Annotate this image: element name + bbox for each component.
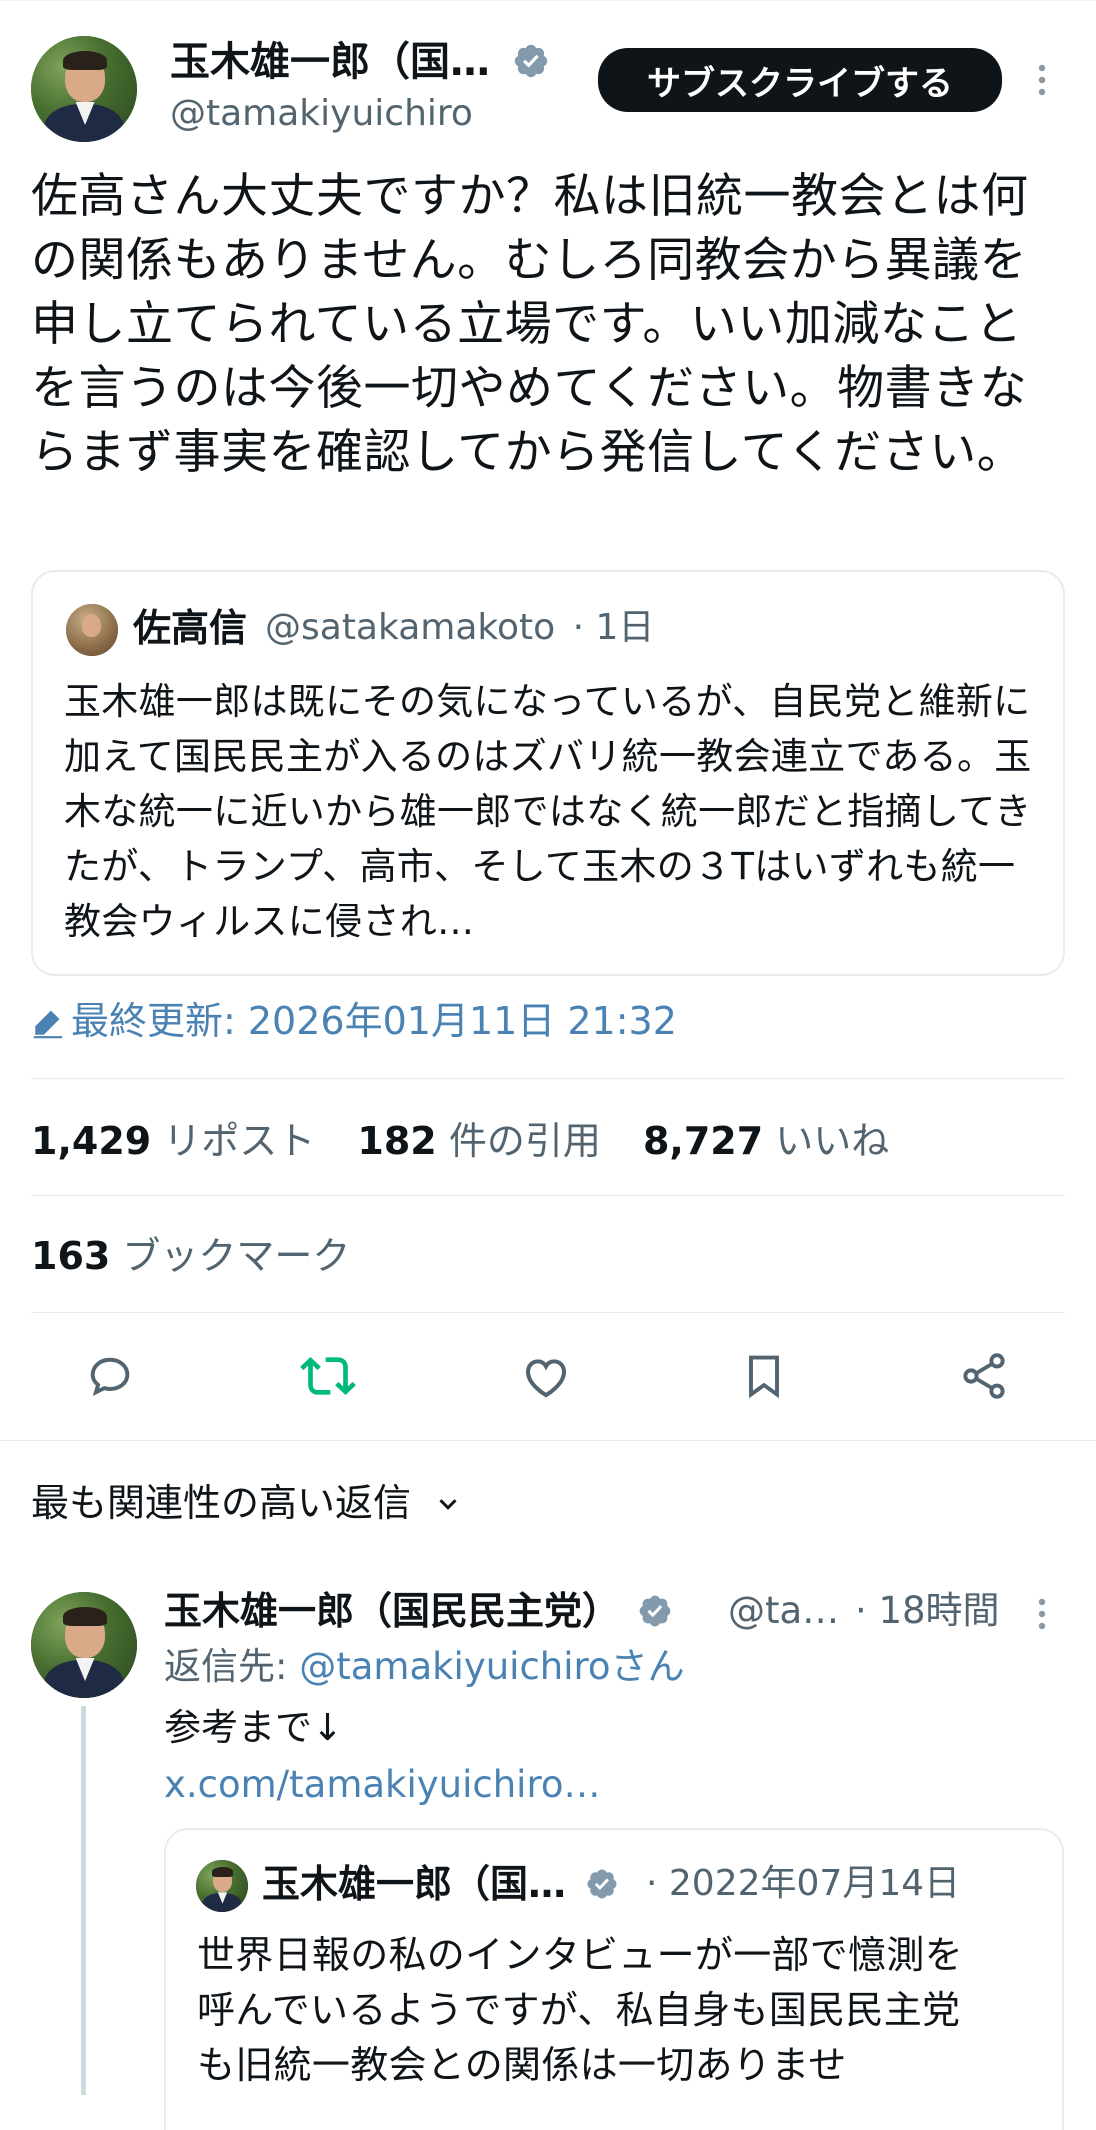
subscribe-button[interactable]: サブスクライブする [598,48,1002,112]
reposts-label: リポスト [163,1119,316,1163]
thread-line [81,1706,86,2095]
divider-4 [0,1440,1096,1441]
quoted-time: · 1日 [572,607,655,648]
tweet-text: 佐高さん大丈夫ですか？私は旧統一教会とは何の関係もありません。むしろ同教会から異… [31,169,1029,480]
divider-3 [31,1312,1065,1313]
reply-quoted-text: 世界日報の私のインタビューが一部で憶測を呼んでいるようですが、私自身も国民民主党… [197,1933,964,2087]
bookmarks-stat[interactable]: 163 ブックマーク [31,1233,350,1279]
verified-badge-icon [639,1595,671,1626]
quotes-stat[interactable]: 182 件の引用 [357,1119,600,1163]
quoted-tweet-card[interactable]: 佐高信 @satakamakoto · 1日 玉木雄一郎は既にその気になっている… [31,570,1065,976]
top-divider [0,0,1096,1]
quoted-author-name: 佐高信 [133,606,248,650]
reply-time[interactable]: · 18時間 [855,1589,1000,1632]
reply-more-options-icon[interactable] [1030,1594,1054,1634]
reply-icon [90,1357,130,1396]
reply-author-avatar[interactable] [31,1592,137,1698]
verified-badge-icon [587,1868,617,1899]
quotes-count: 182 [357,1119,437,1163]
author-name-text[interactable]: 玉木雄一郎（国… [170,39,490,85]
reply-quoted-avatar [196,1860,248,1912]
author-avatar[interactable] [31,36,137,142]
repost-icon [300,1357,356,1395]
repost-button[interactable] [298,1346,358,1406]
stats-row: 1,429 リポスト 182 件の引用 8,727 いいね [31,1118,889,1164]
chevron-down-icon [439,1498,457,1510]
quotes-label: 件の引用 [448,1119,601,1163]
bookmark-button[interactable] [734,1346,794,1406]
bookmarks-count: 163 [31,1234,111,1278]
quoted-author-avatar [66,604,118,656]
reply-quoted-name: 玉木雄一郎（国… [262,1861,619,1907]
reply-quoted-name-text: 玉木雄一郎（国… [262,1862,567,1906]
share-button[interactable] [954,1346,1014,1406]
reply-quoted-time: · 2022年07月14日 [646,1863,961,1904]
divider-1 [31,1078,1065,1079]
reply-meta: @ta… · 18時間 [728,1588,1000,1634]
reply-sort-label[interactable]: 最も関連性の高い返信 [31,1481,411,1525]
likes-count: 8,727 [642,1119,764,1163]
verified-badge-icon [514,44,548,78]
quoted-author-handle: @satakamakoto [265,607,556,648]
last-updated[interactable]: 最終更新: 2026年01月11日 21:32 [31,998,677,1044]
author-name[interactable]: 玉木雄一郎（国… [170,38,550,86]
reply-to: 返信先: @tamakiyuichiroさん [164,1644,685,1690]
more-options-icon[interactable] [1030,60,1054,100]
reply-sort-selector[interactable]: 最も関連性の高い返信 [31,1480,463,1526]
quoted-meta: @satakamakoto · 1日 [265,605,654,651]
divider-2 [31,1195,1065,1196]
reply-to-handle[interactable]: @tamakiyuichiroさん [299,1645,684,1688]
bookmarks-label: ブックマーク [122,1234,351,1278]
reposts-count: 1,429 [31,1119,152,1163]
author-handle[interactable]: @tamakiyuichiro [170,92,473,136]
quoted-tweet-text: 玉木雄一郎は既にその気になっているが、自民党と維新に加えて国民民主が入るのはズバ… [64,680,1032,943]
reply-to-prefix: 返信先: [164,1645,300,1688]
likes-stat[interactable]: 8,727 いいね [643,1119,889,1163]
likes-label: いいね [775,1119,890,1163]
bookmark-icon [749,1355,779,1399]
reply-text: 参考まで↓ [164,1706,344,1749]
reply-quoted-card[interactable]: 玉木雄一郎（国… · 2022年07月14日 世界日報の私のインタビューが一部で… [164,1828,1064,2130]
heart-icon [525,1359,567,1398]
last-updated-text[interactable]: 最終更新: 2026年01月11日 21:32 [71,999,677,1043]
reply-author-name[interactable]: 玉木雄一郎（国民民主党） [164,1588,673,1634]
reply-link[interactable]: x.com/tamakiyuichiro… [164,1762,600,1808]
reply-author-name-text[interactable]: 玉木雄一郎（国民民主党） [164,1589,620,1633]
edit-pencil-icon [33,1010,63,1038]
reply-button[interactable] [80,1346,140,1406]
like-button[interactable] [516,1346,576,1406]
reply-author-handle[interactable]: @ta… [728,1589,839,1632]
reposts-stat[interactable]: 1,429 リポスト [31,1119,315,1163]
share-icon [963,1353,1005,1399]
